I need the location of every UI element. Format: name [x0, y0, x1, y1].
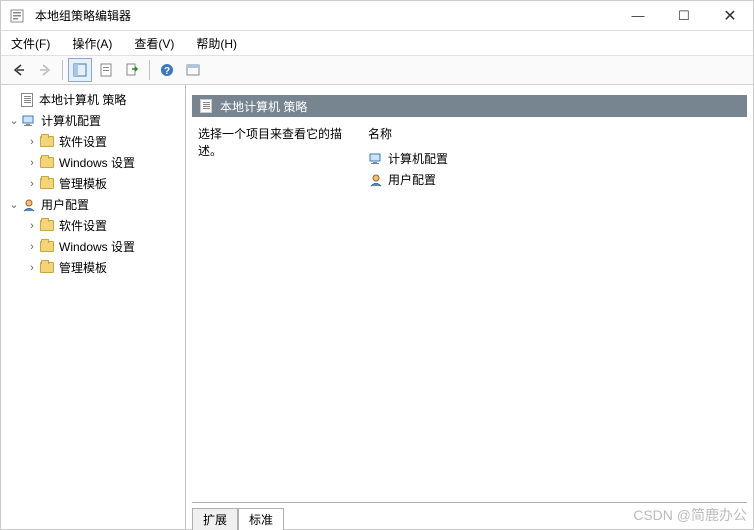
tree-software[interactable]: › 软件设置: [3, 131, 183, 152]
watermark: CSDN @简鹿办公: [633, 505, 747, 525]
tab-border: [192, 502, 747, 503]
window-controls: — ☐ ✕: [615, 1, 753, 30]
list-item-user[interactable]: 用户配置: [368, 169, 741, 190]
list-item-label: 用户配置: [388, 171, 436, 188]
tree-label: 软件设置: [59, 217, 107, 234]
user-icon: [21, 197, 37, 213]
computer-icon: [368, 151, 384, 167]
expand-icon[interactable]: ›: [25, 178, 39, 190]
tree-admin[interactable]: › 管理模板: [3, 173, 183, 194]
menu-view[interactable]: 查看(V): [130, 33, 178, 54]
tree-panel: 本地计算机 策略 ⌄ 计算机配置 › 软件设置 › Windows 设置 › 管…: [1, 85, 186, 529]
menu-help[interactable]: 帮助(H): [192, 33, 241, 54]
folder-icon: [39, 260, 55, 276]
titlebar: 本地组策略编辑器 — ☐ ✕: [1, 1, 753, 31]
back-button[interactable]: [7, 58, 31, 82]
user-icon: [368, 172, 384, 188]
main-panel: 本地计算机 策略 选择一个项目来查看它的描述。 名称 计算机配置 用户配置 扩展: [186, 85, 753, 529]
description-text: 选择一个项目来查看它的描述。: [198, 125, 356, 159]
app-icon: [9, 8, 25, 24]
tree-label: Windows 设置: [59, 238, 135, 255]
maximize-button[interactable]: ☐: [661, 1, 707, 30]
collapse-icon[interactable]: ⌄: [7, 198, 21, 211]
tree-label: 本地计算机 策略: [39, 91, 126, 108]
tree-label: Windows 设置: [59, 154, 135, 171]
toolbar: ?: [1, 55, 753, 85]
expand-icon[interactable]: ›: [25, 262, 39, 274]
forward-button[interactable]: [33, 58, 57, 82]
description-column: 选择一个项目来查看它的描述。: [192, 125, 362, 502]
list-column: 名称 计算机配置 用户配置: [362, 125, 747, 502]
tree-user[interactable]: ⌄ 用户配置: [3, 194, 183, 215]
export-button[interactable]: [120, 58, 144, 82]
folder-icon: [39, 176, 55, 192]
column-header-name[interactable]: 名称: [368, 125, 741, 142]
help-button[interactable]: ?: [155, 58, 179, 82]
close-button[interactable]: ✕: [707, 1, 753, 30]
tree-label: 管理模板: [59, 175, 107, 192]
list-item-computer[interactable]: 计算机配置: [368, 148, 741, 169]
filter-button[interactable]: [181, 58, 205, 82]
panel-body: 选择一个项目来查看它的描述。 名称 计算机配置 用户配置: [192, 125, 747, 502]
separator: [62, 60, 63, 80]
tree-computer[interactable]: ⌄ 计算机配置: [3, 110, 183, 131]
tree-root[interactable]: 本地计算机 策略: [3, 89, 183, 110]
console-tree-button[interactable]: [68, 58, 92, 82]
svg-text:?: ?: [164, 66, 170, 77]
computer-icon: [21, 113, 37, 129]
tree-label: 计算机配置: [41, 112, 101, 129]
tree-software-user[interactable]: › 软件设置: [3, 215, 183, 236]
separator: [149, 60, 150, 80]
tree-label: 软件设置: [59, 133, 107, 150]
window-title: 本地组策略编辑器: [35, 7, 615, 24]
collapse-icon[interactable]: ⌄: [7, 114, 21, 127]
folder-icon: [39, 239, 55, 255]
expand-icon[interactable]: ›: [25, 241, 39, 253]
tab-extended[interactable]: 扩展: [192, 508, 238, 530]
menu-file[interactable]: 文件(F): [7, 33, 54, 54]
doc-icon: [198, 98, 214, 114]
tree-admin-user[interactable]: › 管理模板: [3, 257, 183, 278]
expand-icon[interactable]: ›: [25, 157, 39, 169]
panel-title: 本地计算机 策略: [220, 98, 307, 115]
folder-icon: [39, 134, 55, 150]
tree-windows[interactable]: › Windows 设置: [3, 152, 183, 173]
panel-header: 本地计算机 策略: [192, 95, 747, 117]
list-item-label: 计算机配置: [388, 150, 448, 167]
folder-icon: [39, 218, 55, 234]
tree-label: 用户配置: [41, 196, 89, 213]
tree-windows-user[interactable]: › Windows 设置: [3, 236, 183, 257]
folder-icon: [39, 155, 55, 171]
properties-button[interactable]: [94, 58, 118, 82]
tree-label: 管理模板: [59, 259, 107, 276]
content: 本地计算机 策略 ⌄ 计算机配置 › 软件设置 › Windows 设置 › 管…: [1, 85, 753, 529]
minimize-button[interactable]: —: [615, 1, 661, 30]
tab-standard[interactable]: 标准: [238, 508, 284, 530]
expand-icon[interactable]: ›: [25, 220, 39, 232]
expand-icon[interactable]: ›: [25, 136, 39, 148]
doc-icon: [19, 92, 35, 108]
menubar: 文件(F) 操作(A) 查看(V) 帮助(H): [1, 31, 753, 55]
menu-action[interactable]: 操作(A): [68, 33, 116, 54]
